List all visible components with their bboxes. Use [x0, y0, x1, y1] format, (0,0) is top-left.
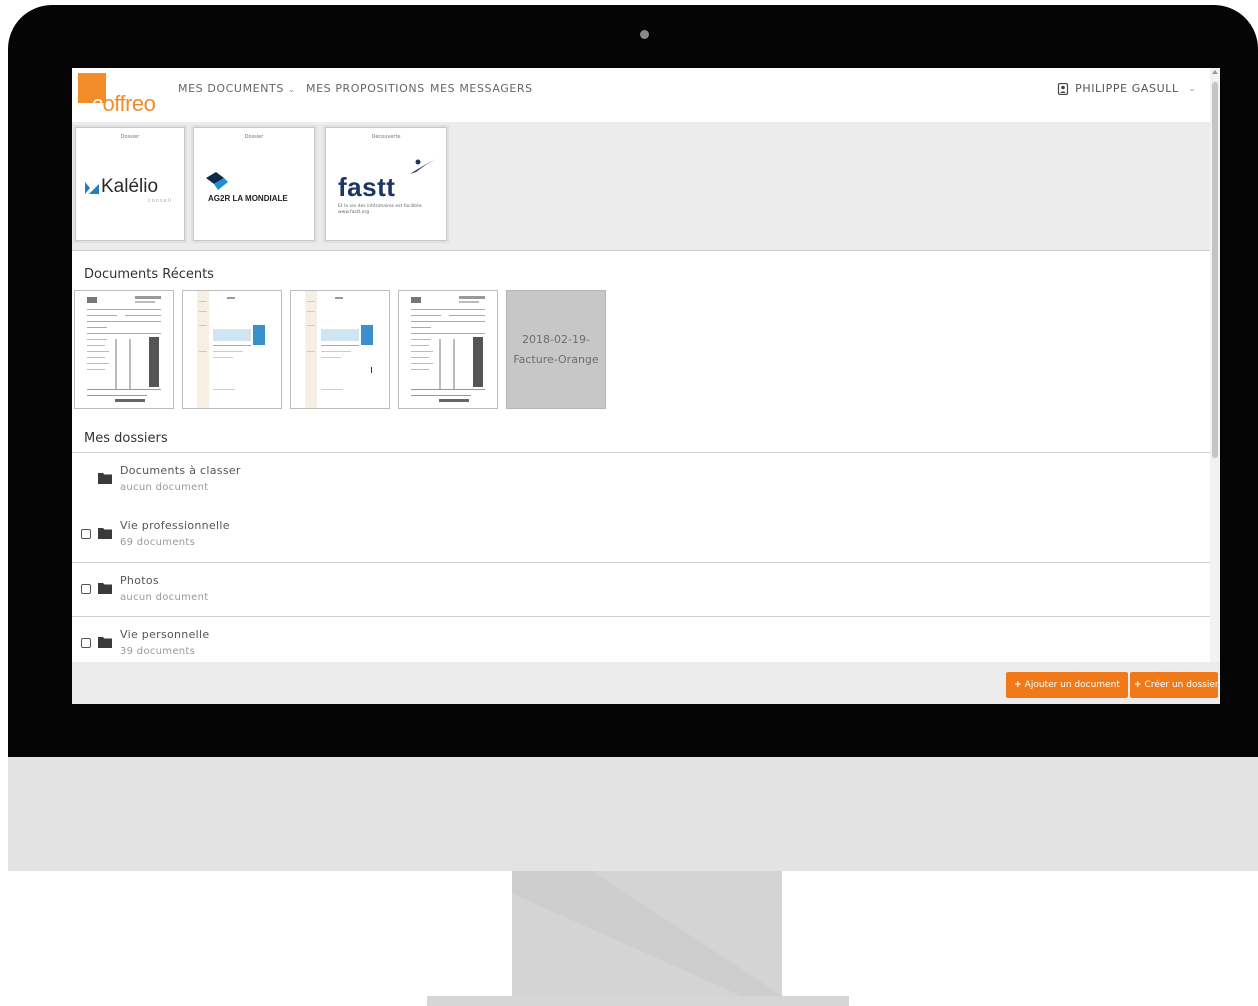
recent-document-thumbnail[interactable] [290, 290, 390, 409]
document-preview [87, 296, 161, 402]
chevron-down-icon: ⌄ [1188, 84, 1196, 93]
logo-word: offreo [102, 91, 156, 116]
vertical-scrollbar[interactable] [1210, 68, 1220, 662]
folder-name: Documents à classer [120, 464, 241, 477]
coffreo-logo[interactable]: coffreo [78, 73, 156, 116]
folder-name: Photos [120, 574, 159, 587]
kalelio-subtitle: conseil [148, 198, 173, 204]
partner-card-ag2r[interactable]: Dossier AG2R LA MONDIALE [193, 127, 315, 241]
user-icon [1058, 82, 1069, 95]
recent-documents-title: Documents Récents [84, 267, 214, 282]
folder-icon [98, 637, 112, 648]
folder-name: Vie professionnelle [120, 519, 230, 532]
folder-row[interactable]: Photos aucun document [72, 563, 1210, 617]
monitor-base [427, 996, 849, 1006]
fastt-swoosh-icon [410, 158, 438, 174]
user-menu[interactable]: PHILIPPE GASULL ⌄ [1057, 82, 1196, 95]
partner-tag: Dossier [244, 134, 264, 140]
folder-row[interactable]: Documents à classer aucun document [72, 453, 1210, 507]
folder-icon [98, 528, 112, 539]
plus-icon: + [1014, 680, 1022, 690]
recent-document-thumbnail[interactable] [182, 290, 282, 409]
logo-letter: c [92, 91, 103, 116]
user-name: PHILIPPE GASULL [1075, 82, 1179, 95]
recent-document-thumbnail[interactable] [74, 290, 174, 409]
main-content: Documents Récents 2018-02-19-Facture-Ora… [72, 251, 1210, 662]
nav-mes-messagers[interactable]: MES MESSAGERS [430, 82, 533, 95]
nav-mes-messagers-label: MES MESSAGERS [430, 82, 533, 95]
partner-card-kalelio[interactable]: Dossier Kalélio conseil [75, 127, 185, 241]
top-navbar: coffreo MES DOCUMENTS ⌄ MES PROPOSITIONS … [72, 68, 1210, 122]
kalelio-logo-text: Kalélio [101, 176, 159, 197]
add-document-button[interactable]: + Ajouter un document [1006, 672, 1128, 698]
folder-row[interactable]: Vie professionnelle 69 documents [72, 508, 1210, 562]
recent-document-placeholder[interactable]: 2018-02-19-Facture-Orange [506, 290, 606, 409]
document-filename: 2018-02-19-Facture-Orange [513, 332, 599, 366]
document-preview [411, 296, 485, 402]
nav-mes-propositions-label: MES PROPOSITIONS [306, 82, 425, 95]
folder-checkbox[interactable] [81, 638, 91, 648]
fastt-tagline: Et la vie des intérimaires est facilitée… [338, 204, 422, 215]
recent-document-thumbnail[interactable] [398, 290, 498, 409]
app-screen: coffreo MES DOCUMENTS ⌄ MES PROPOSITIONS … [72, 68, 1220, 704]
nav-mes-documents[interactable]: MES DOCUMENTS ⌄ [178, 82, 295, 95]
action-bar: + Ajouter un document + Créer un dossier [72, 662, 1220, 704]
add-document-label: Ajouter un document [1024, 680, 1120, 690]
folder-count: aucun document [120, 482, 209, 493]
folder-count: 69 documents [120, 537, 196, 548]
nav-mes-documents-label: MES DOCUMENTS [178, 82, 284, 95]
partner-tag: Découverte [371, 134, 401, 140]
folder-count: 39 documents [120, 646, 196, 657]
fastt-logo-text: fastt [338, 172, 396, 202]
nav-mes-propositions[interactable]: MES PROPOSITIONS [306, 82, 425, 95]
document-preview [305, 291, 373, 408]
monitor-chin [8, 757, 1258, 871]
folder-count: aucun document [120, 592, 209, 603]
chevron-down-icon: ⌄ [287, 85, 296, 94]
document-preview [197, 291, 265, 408]
folder-icon [98, 473, 112, 484]
plus-icon: + [1134, 680, 1142, 690]
create-folder-label: Créer un dossier [1144, 680, 1219, 690]
partner-strip: Dossier Kalélio conseil Dossier AG2R LA … [72, 122, 1210, 251]
camera-dot [640, 30, 649, 39]
folder-name: Vie personnelle [120, 628, 210, 641]
scroll-up-icon[interactable] [1212, 70, 1218, 74]
folder-checkbox[interactable] [81, 529, 91, 539]
ag2r-mark-icon [206, 172, 228, 190]
create-folder-button[interactable]: + Créer un dossier [1130, 672, 1219, 698]
folder-icon [98, 583, 112, 594]
ag2r-logo-text: AG2R LA MONDIALE [208, 194, 288, 203]
my-folders-title: Mes dossiers [84, 431, 168, 446]
folder-checkbox[interactable] [81, 584, 91, 594]
partner-tag: Dossier [120, 134, 140, 140]
partner-card-fastt[interactable]: Découverte fastt Et la vie des intérimai… [325, 127, 447, 241]
kalelio-mark-icon [85, 182, 99, 194]
scrollbar-thumb[interactable] [1212, 82, 1218, 458]
